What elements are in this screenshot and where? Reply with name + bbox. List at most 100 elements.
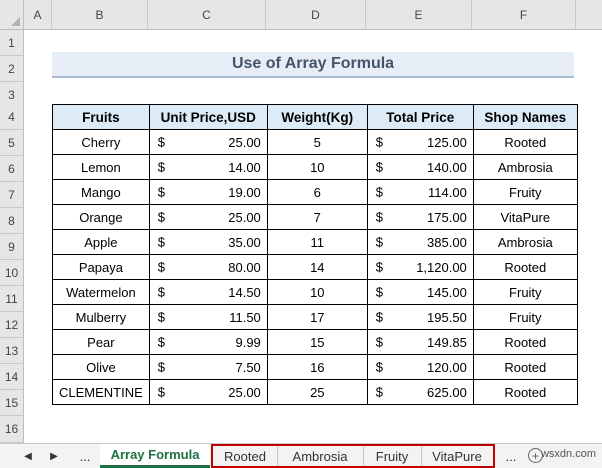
- cell-unit-price[interactable]: $19.00: [148, 179, 268, 205]
- column-header-e[interactable]: E: [366, 0, 472, 30]
- row-header-11[interactable]: 11: [0, 286, 24, 312]
- cell-total-price[interactable]: $195.50: [366, 304, 474, 330]
- row-header-2[interactable]: 2: [0, 56, 24, 82]
- cell-total-price[interactable]: $120.00: [366, 354, 474, 380]
- total-price-value: 625.00: [427, 384, 467, 400]
- currency-symbol: $: [375, 159, 384, 175]
- cell-shop-name[interactable]: Fruity: [472, 304, 578, 330]
- row-header-10[interactable]: 10: [0, 260, 24, 286]
- cell-unit-price[interactable]: $7.50: [148, 354, 268, 380]
- cell-fruit[interactable]: Lemon: [52, 154, 150, 180]
- column-header-g-partial[interactable]: [576, 0, 602, 30]
- cell-shop-name[interactable]: Fruity: [472, 279, 578, 305]
- cell-weight[interactable]: 6: [266, 179, 368, 205]
- scroll-tabs-right-icon[interactable]: ▶: [44, 444, 64, 468]
- total-price-value: 149.85: [427, 334, 467, 350]
- header-total-price[interactable]: Total Price: [366, 104, 474, 130]
- cell-shop-name[interactable]: Rooted: [472, 379, 578, 405]
- cell-fruit[interactable]: Orange: [52, 204, 150, 230]
- cell-fruit[interactable]: Olive: [52, 354, 150, 380]
- row-header-15[interactable]: 15: [0, 390, 24, 416]
- cell-total-price[interactable]: $140.00: [366, 154, 474, 180]
- cell-total-price[interactable]: $625.00: [366, 379, 474, 405]
- cell-weight[interactable]: 5: [266, 129, 368, 155]
- cell-weight[interactable]: 11: [266, 229, 368, 255]
- header-weight[interactable]: Weight(Kg): [266, 104, 368, 130]
- select-all-corner[interactable]: [0, 0, 24, 30]
- table-row: Pear $9.99 15 $149.85 Rooted: [52, 329, 578, 355]
- row-header-1[interactable]: 1: [0, 30, 24, 56]
- column-header-d[interactable]: D: [266, 0, 366, 30]
- scroll-tabs-left-icon[interactable]: ◀: [18, 444, 38, 468]
- cell-shop-name[interactable]: Rooted: [472, 354, 578, 380]
- tabs-more-left[interactable]: ...: [70, 444, 100, 468]
- row-header-4[interactable]: 4: [0, 104, 24, 130]
- cell-weight[interactable]: 15: [266, 329, 368, 355]
- cell-unit-price[interactable]: $25.00: [148, 379, 268, 405]
- cell-fruit[interactable]: Pear: [52, 329, 150, 355]
- row-header-9[interactable]: 9: [0, 234, 24, 260]
- row-header-13[interactable]: 13: [0, 338, 24, 364]
- cell-shop-name[interactable]: VitaPure: [472, 204, 578, 230]
- cell-fruit[interactable]: Apple: [52, 229, 150, 255]
- cell-total-price[interactable]: $145.00: [366, 279, 474, 305]
- column-header-f[interactable]: F: [472, 0, 576, 30]
- header-shop-names[interactable]: Shop Names: [472, 104, 578, 130]
- column-header-a[interactable]: A: [24, 0, 52, 30]
- row-header-5[interactable]: 5: [0, 130, 24, 156]
- cell-unit-price[interactable]: $11.50: [148, 304, 268, 330]
- fruit-price-table: Fruits Unit Price,USD Weight(Kg) Total P…: [52, 104, 578, 405]
- total-price-value: 385.00: [427, 234, 467, 250]
- cell-total-price[interactable]: $149.85: [366, 329, 474, 355]
- cell-total-price[interactable]: $125.00: [366, 129, 474, 155]
- cell-weight[interactable]: 25: [266, 379, 368, 405]
- cell-shop-name[interactable]: Ambrosia: [472, 154, 578, 180]
- sheet-title[interactable]: Use of Array Formula: [52, 52, 574, 78]
- cell-unit-price[interactable]: $35.00: [148, 229, 268, 255]
- header-unit-price[interactable]: Unit Price,USD: [148, 104, 268, 130]
- cell-fruit[interactable]: Mango: [52, 179, 150, 205]
- cell-fruit[interactable]: CLEMENTINE: [52, 379, 150, 405]
- cell-fruit[interactable]: Watermelon: [52, 279, 150, 305]
- row-header-8[interactable]: 8: [0, 208, 24, 234]
- cell-shop-name[interactable]: Rooted: [472, 329, 578, 355]
- unit-price-value: 25.00: [228, 384, 261, 400]
- cell-fruit[interactable]: Cherry: [52, 129, 150, 155]
- row-header-16[interactable]: 16: [0, 416, 24, 443]
- unit-price-value: 7.50: [235, 359, 261, 375]
- cell-shop-name[interactable]: Fruity: [472, 179, 578, 205]
- cell-total-price[interactable]: $1,120.00: [366, 254, 474, 280]
- cell-weight[interactable]: 14: [266, 254, 368, 280]
- cell-total-price[interactable]: $175.00: [366, 204, 474, 230]
- cell-weight[interactable]: 17: [266, 304, 368, 330]
- cell-unit-price[interactable]: $25.00: [148, 204, 268, 230]
- cell-weight[interactable]: 16: [266, 354, 368, 380]
- cell-fruit[interactable]: Mulberry: [52, 304, 150, 330]
- row-header-14[interactable]: 14: [0, 364, 24, 390]
- cell-weight[interactable]: 7: [266, 204, 368, 230]
- cell-unit-price[interactable]: $9.99: [148, 329, 268, 355]
- cell-unit-price[interactable]: $14.50: [148, 279, 268, 305]
- cell-fruit[interactable]: Papaya: [52, 254, 150, 280]
- cell-weight[interactable]: 10: [266, 279, 368, 305]
- cell-shop-name[interactable]: Ambrosia: [472, 229, 578, 255]
- table-header-row: Fruits Unit Price,USD Weight(Kg) Total P…: [52, 104, 578, 130]
- cell-weight[interactable]: 10: [266, 154, 368, 180]
- column-header-b[interactable]: B: [52, 0, 148, 30]
- cell-unit-price[interactable]: $25.00: [148, 129, 268, 155]
- cell-shop-name[interactable]: Rooted: [472, 129, 578, 155]
- total-price-value: 125.00: [427, 134, 467, 150]
- tab-array-formula[interactable]: Array Formula: [100, 444, 210, 468]
- row-header-6[interactable]: 6: [0, 156, 24, 182]
- header-fruits[interactable]: Fruits: [52, 104, 150, 130]
- currency-symbol: $: [157, 359, 166, 375]
- row-header-7[interactable]: 7: [0, 182, 24, 208]
- row-header-12[interactable]: 12: [0, 312, 24, 338]
- cell-unit-price[interactable]: $14.00: [148, 154, 268, 180]
- cell-unit-price[interactable]: $80.00: [148, 254, 268, 280]
- cell-total-price[interactable]: $385.00: [366, 229, 474, 255]
- column-header-c[interactable]: C: [148, 0, 266, 30]
- cell-total-price[interactable]: $114.00: [366, 179, 474, 205]
- cell-shop-name[interactable]: Rooted: [472, 254, 578, 280]
- tabs-more-right[interactable]: ...: [498, 444, 524, 468]
